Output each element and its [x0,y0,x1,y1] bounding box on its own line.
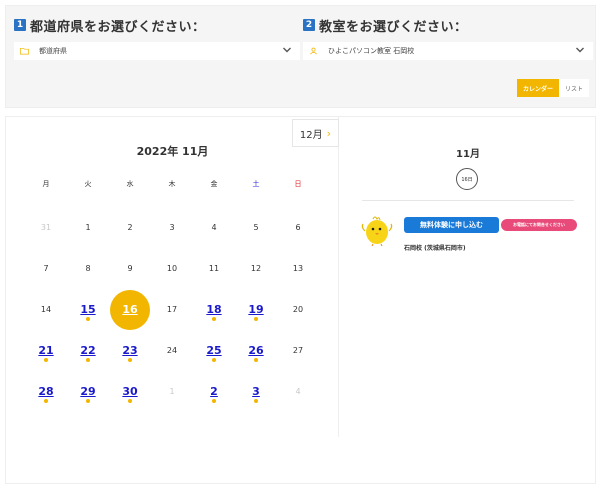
chevron-down-icon [576,47,584,53]
calendar-day: 31 [40,223,52,232]
school-select[interactable]: ひよこパソコン教室 石岡校 [303,42,593,60]
availability-dot [254,317,258,321]
weekday-header: 土 [252,180,260,188]
calendar-day: 5 [253,223,259,232]
calendar-day-available[interactable]: 15 [68,304,108,324]
view-toggle: カレンダー リスト [517,79,589,97]
calendar-day: 4 [211,223,217,232]
calendar-day: 9 [127,264,133,273]
calendar-day: 27 [292,346,304,355]
calendar-day: 7 [43,264,49,273]
weekday-header: 日 [294,180,302,188]
filter-panel: 1 都道府県をお選びください： 都道府県 2 教室をお選びください： ひよこパソ… [5,5,596,108]
chevron-down-icon [283,47,291,53]
calendar-day: 11 [208,264,220,273]
step-number-badge: 2 [303,19,315,31]
calendar-day-available[interactable]: 30 [110,386,150,406]
availability-dot [128,358,132,362]
calendar-day: 13 [292,264,304,273]
chevron-right-icon: › [326,126,332,140]
availability-dot [212,358,216,362]
calendar-day-available[interactable]: 3 [236,386,276,406]
calendar-day-available[interactable]: 29 [68,386,108,406]
free-trial-button[interactable]: 無料体験に申し込む [404,217,499,233]
availability-dot [86,317,90,321]
main-panel: 12月 › 2022年 11月 月火水木金土日 31 1 2 3 4 5 6 7 8 9 10 11 12… [5,116,596,484]
chick-icon [361,216,393,247]
list-view-button[interactable]: リスト [559,79,589,97]
calendar-day: 8 [85,264,91,273]
school-select-value: ひよこパソコン教室 石岡校 [328,47,415,55]
next-month-label: 12月 [299,129,323,141]
weekday-header: 木 [168,180,176,188]
prefecture-heading: 1 都道府県をお選びください： [14,16,300,35]
calendar-day-available[interactable]: 26 [236,345,276,365]
calendar-day: 1 [169,387,175,396]
calendar-day-available[interactable]: 18 [194,304,234,324]
weekday-header: 火 [84,180,92,188]
calendar-day: 17 [166,305,178,314]
prefecture-select-value: 都道府県 [39,47,67,55]
phone-inquiry-button[interactable]: お電話にてお問合せください [501,219,577,231]
calendar-day-available[interactable]: 2 [194,386,234,406]
calendar: 12月 › 2022年 11月 月火水木金土日 31 1 2 3 4 5 6 7 8 9 10 11 12… [6,117,339,437]
weekday-header: 金 [210,180,218,188]
availability-dot [254,399,258,403]
availability-dot [44,399,48,403]
weekday-header: 月 [42,180,50,188]
availability-dot [86,358,90,362]
calendar-day: 4 [295,387,301,396]
prefecture-select[interactable]: 都道府県 [14,42,300,60]
calendar-day: 2 [127,223,133,232]
school-name: 石岡校 (茨城県石岡市) [404,245,466,252]
calendar-day: 6 [295,223,301,232]
calendar-day-available[interactable]: 19 [236,304,276,324]
calendar-day: 12 [250,264,262,273]
availability-dot [212,317,216,321]
calendar-day-available[interactable]: 23 [110,345,150,365]
person-icon [310,47,317,55]
availability-dot [86,399,90,403]
calendar-day: 10 [166,264,178,273]
school-heading: 2 教室をお選びください： [303,16,593,35]
selected-day-badge: 16日 [456,168,478,190]
availability-dot [128,399,132,403]
school-heading-text: 教室をお選びください： [319,19,468,35]
folder-icon [20,47,29,55]
calendar-title: 2022年 11月 [136,145,209,158]
calendar-day: 3 [169,223,175,232]
availability-dot [254,358,258,362]
prefecture-heading-text: 都道府県をお選びください： [30,19,206,35]
calendar-day-available[interactable]: 25 [194,345,234,365]
school-filter: 2 教室をお選びください： ひよこパソコン教室 石岡校 [303,16,593,60]
calendar-day: 14 [40,305,52,314]
calendar-day-available[interactable]: 22 [68,345,108,365]
day-detail-panel: 11月 16日 無料体験に申し込む お電話にてお問合せください 石岡校 (茨城県… [340,117,596,437]
availability-dot [44,358,48,362]
calendar-day: 1 [85,223,91,232]
calendar-day: 20 [292,305,304,314]
calendar-day-selected[interactable]: 16 [110,304,150,324]
weekday-header: 水 [126,180,134,188]
calendar-day: 24 [166,346,178,355]
detail-month: 11月 [456,149,480,160]
calendar-view-button[interactable]: カレンダー [517,79,559,97]
availability-dot [212,399,216,403]
prefecture-filter: 1 都道府県をお選びください： 都道府県 [14,16,300,60]
step-number-badge: 1 [14,19,26,31]
divider [362,200,574,201]
calendar-day-available[interactable]: 21 [26,345,66,365]
calendar-day-available[interactable]: 28 [26,386,66,406]
